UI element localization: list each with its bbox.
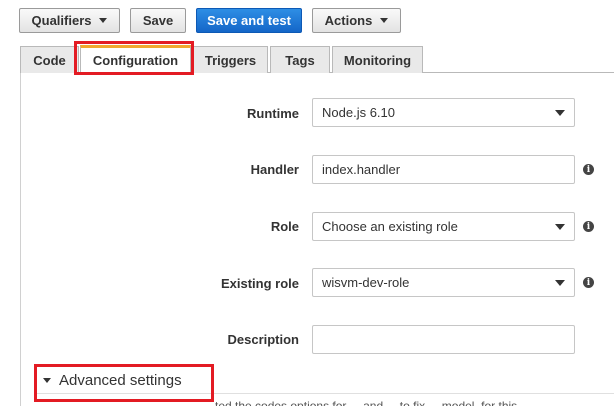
- chevron-down-icon: [99, 18, 108, 23]
- advanced-settings-label: Advanced settings: [59, 372, 182, 389]
- info-icon[interactable]: i: [583, 277, 594, 288]
- tab-triggers[interactable]: Triggers: [193, 46, 268, 73]
- tab-label: Tags: [285, 52, 315, 68]
- handler-value: index.handler: [322, 162, 401, 177]
- description-input[interactable]: [312, 325, 575, 354]
- role-label: Role: [270, 219, 299, 234]
- tab-label: Configuration: [92, 52, 179, 68]
- role-value: Choose an existing role: [322, 219, 458, 234]
- existing-role-select[interactable]: wisvm-dev-role: [312, 268, 575, 297]
- chevron-down-icon: [555, 223, 565, 230]
- info-icon[interactable]: i: [583, 164, 594, 175]
- advanced-settings-help-text: ted the codes options for ... and ... to…: [215, 399, 518, 406]
- actions-label: Actions: [324, 13, 373, 28]
- handler-input[interactable]: index.handler: [312, 155, 575, 184]
- existing-role-value: wisvm-dev-role: [322, 275, 410, 290]
- role-select[interactable]: Choose an existing role: [312, 212, 575, 241]
- advanced-settings-toggle[interactable]: Advanced settings: [43, 372, 182, 389]
- tab-monitoring[interactable]: Monitoring: [332, 46, 423, 73]
- chevron-down-icon: [43, 378, 51, 383]
- info-icon[interactable]: i: [583, 221, 594, 232]
- save-button[interactable]: Save: [130, 8, 186, 33]
- chevron-down-icon: [555, 279, 565, 286]
- tab-label: Code: [33, 52, 66, 68]
- runtime-value: Node.js 6.10: [322, 105, 395, 120]
- save-and-test-button[interactable]: Save and test: [196, 8, 302, 33]
- qualifiers-button[interactable]: Qualifiers: [19, 8, 120, 33]
- tab-label: Triggers: [204, 52, 257, 68]
- tab-tags[interactable]: Tags: [270, 46, 330, 73]
- tab-label: Monitoring: [343, 52, 412, 68]
- save-label: Save: [142, 13, 174, 28]
- chevron-down-icon: [380, 18, 389, 23]
- handler-label: Handler: [250, 162, 299, 177]
- qualifiers-label: Qualifiers: [31, 13, 92, 28]
- actions-button[interactable]: Actions: [312, 8, 401, 33]
- tab-code[interactable]: Code: [20, 46, 79, 73]
- runtime-select[interactable]: Node.js 6.10: [312, 98, 575, 127]
- save-and-test-label: Save and test: [207, 13, 291, 28]
- chevron-down-icon: [555, 109, 565, 116]
- runtime-label: Runtime: [247, 106, 299, 121]
- description-label: Description: [227, 332, 299, 347]
- existing-role-label: Existing role: [220, 276, 299, 291]
- section-divider: [36, 393, 614, 394]
- tab-configuration[interactable]: Configuration: [80, 45, 191, 73]
